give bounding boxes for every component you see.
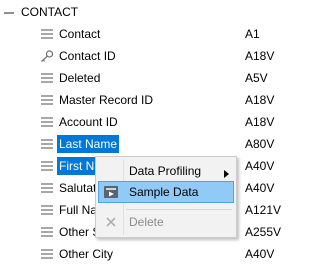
- field-name: Full Na: [59, 203, 98, 217]
- field-icon: [40, 72, 54, 84]
- field-icon: [40, 28, 54, 40]
- menu-item-data-profiling[interactable]: Data Profiling: [98, 160, 234, 182]
- field-name: Deleted: [59, 71, 101, 85]
- field-name: Last Name: [57, 135, 120, 153]
- field-icon: [40, 248, 54, 260]
- menu-item-label: Data Profiling: [129, 164, 202, 178]
- field-row[interactable]: Other City A40V: [0, 243, 285, 265]
- field-icon: [40, 138, 54, 150]
- field-type: A40V: [245, 181, 275, 195]
- field-icon: [40, 226, 54, 238]
- menu-item-delete[interactable]: Delete: [98, 211, 234, 233]
- field-type: A1: [245, 27, 260, 41]
- context-menu: Data Profiling Sample Data Delete: [95, 156, 237, 238]
- field-icon: [40, 160, 54, 172]
- menu-item-label: Delete: [129, 215, 164, 229]
- field-row[interactable]: Deleted A5V: [0, 67, 285, 89]
- field-name: Master Record ID: [59, 93, 154, 107]
- field-type: A18V: [245, 93, 275, 107]
- sample-data-icon: [103, 184, 119, 200]
- field-icon: [40, 116, 54, 128]
- field-type: A18V: [245, 49, 275, 63]
- submenu-arrow-icon: [224, 167, 229, 178]
- key-icon: [40, 50, 54, 62]
- field-icon: [40, 94, 54, 106]
- field-type: A40V: [245, 159, 275, 173]
- menu-item-sample-data[interactable]: Sample Data: [98, 181, 234, 203]
- field-row[interactable]: Master Record ID A18V: [0, 89, 285, 111]
- field-icon: [40, 204, 54, 216]
- field-name: Contact ID: [59, 49, 116, 63]
- field-type: A5V: [245, 71, 268, 85]
- field-type: A121V: [245, 203, 282, 217]
- field-row[interactable]: Contact A1: [0, 23, 285, 45]
- field-icon: [40, 182, 54, 194]
- menu-item-label: Sample Data: [129, 185, 199, 199]
- tree-node-contact[interactable]: CONTACT: [0, 3, 285, 21]
- collapse-minus-icon[interactable]: [3, 7, 15, 17]
- delete-icon: [103, 214, 119, 230]
- menu-separator: [126, 209, 232, 210]
- tree-node-label: CONTACT: [21, 5, 79, 19]
- field-row[interactable]: Contact ID A18V: [0, 45, 285, 67]
- field-row[interactable]: Account ID A18V: [0, 111, 285, 133]
- field-name: Account ID: [59, 115, 118, 129]
- field-name: Salutat: [59, 181, 97, 195]
- field-type: A255V: [245, 225, 282, 239]
- field-name: Other City: [59, 247, 114, 261]
- field-row-selected[interactable]: Last Name A80V: [0, 133, 285, 155]
- field-type: A18V: [245, 115, 275, 129]
- field-type: A80V: [245, 137, 275, 151]
- field-name: Contact: [59, 27, 101, 41]
- field-type: A40V: [245, 247, 275, 261]
